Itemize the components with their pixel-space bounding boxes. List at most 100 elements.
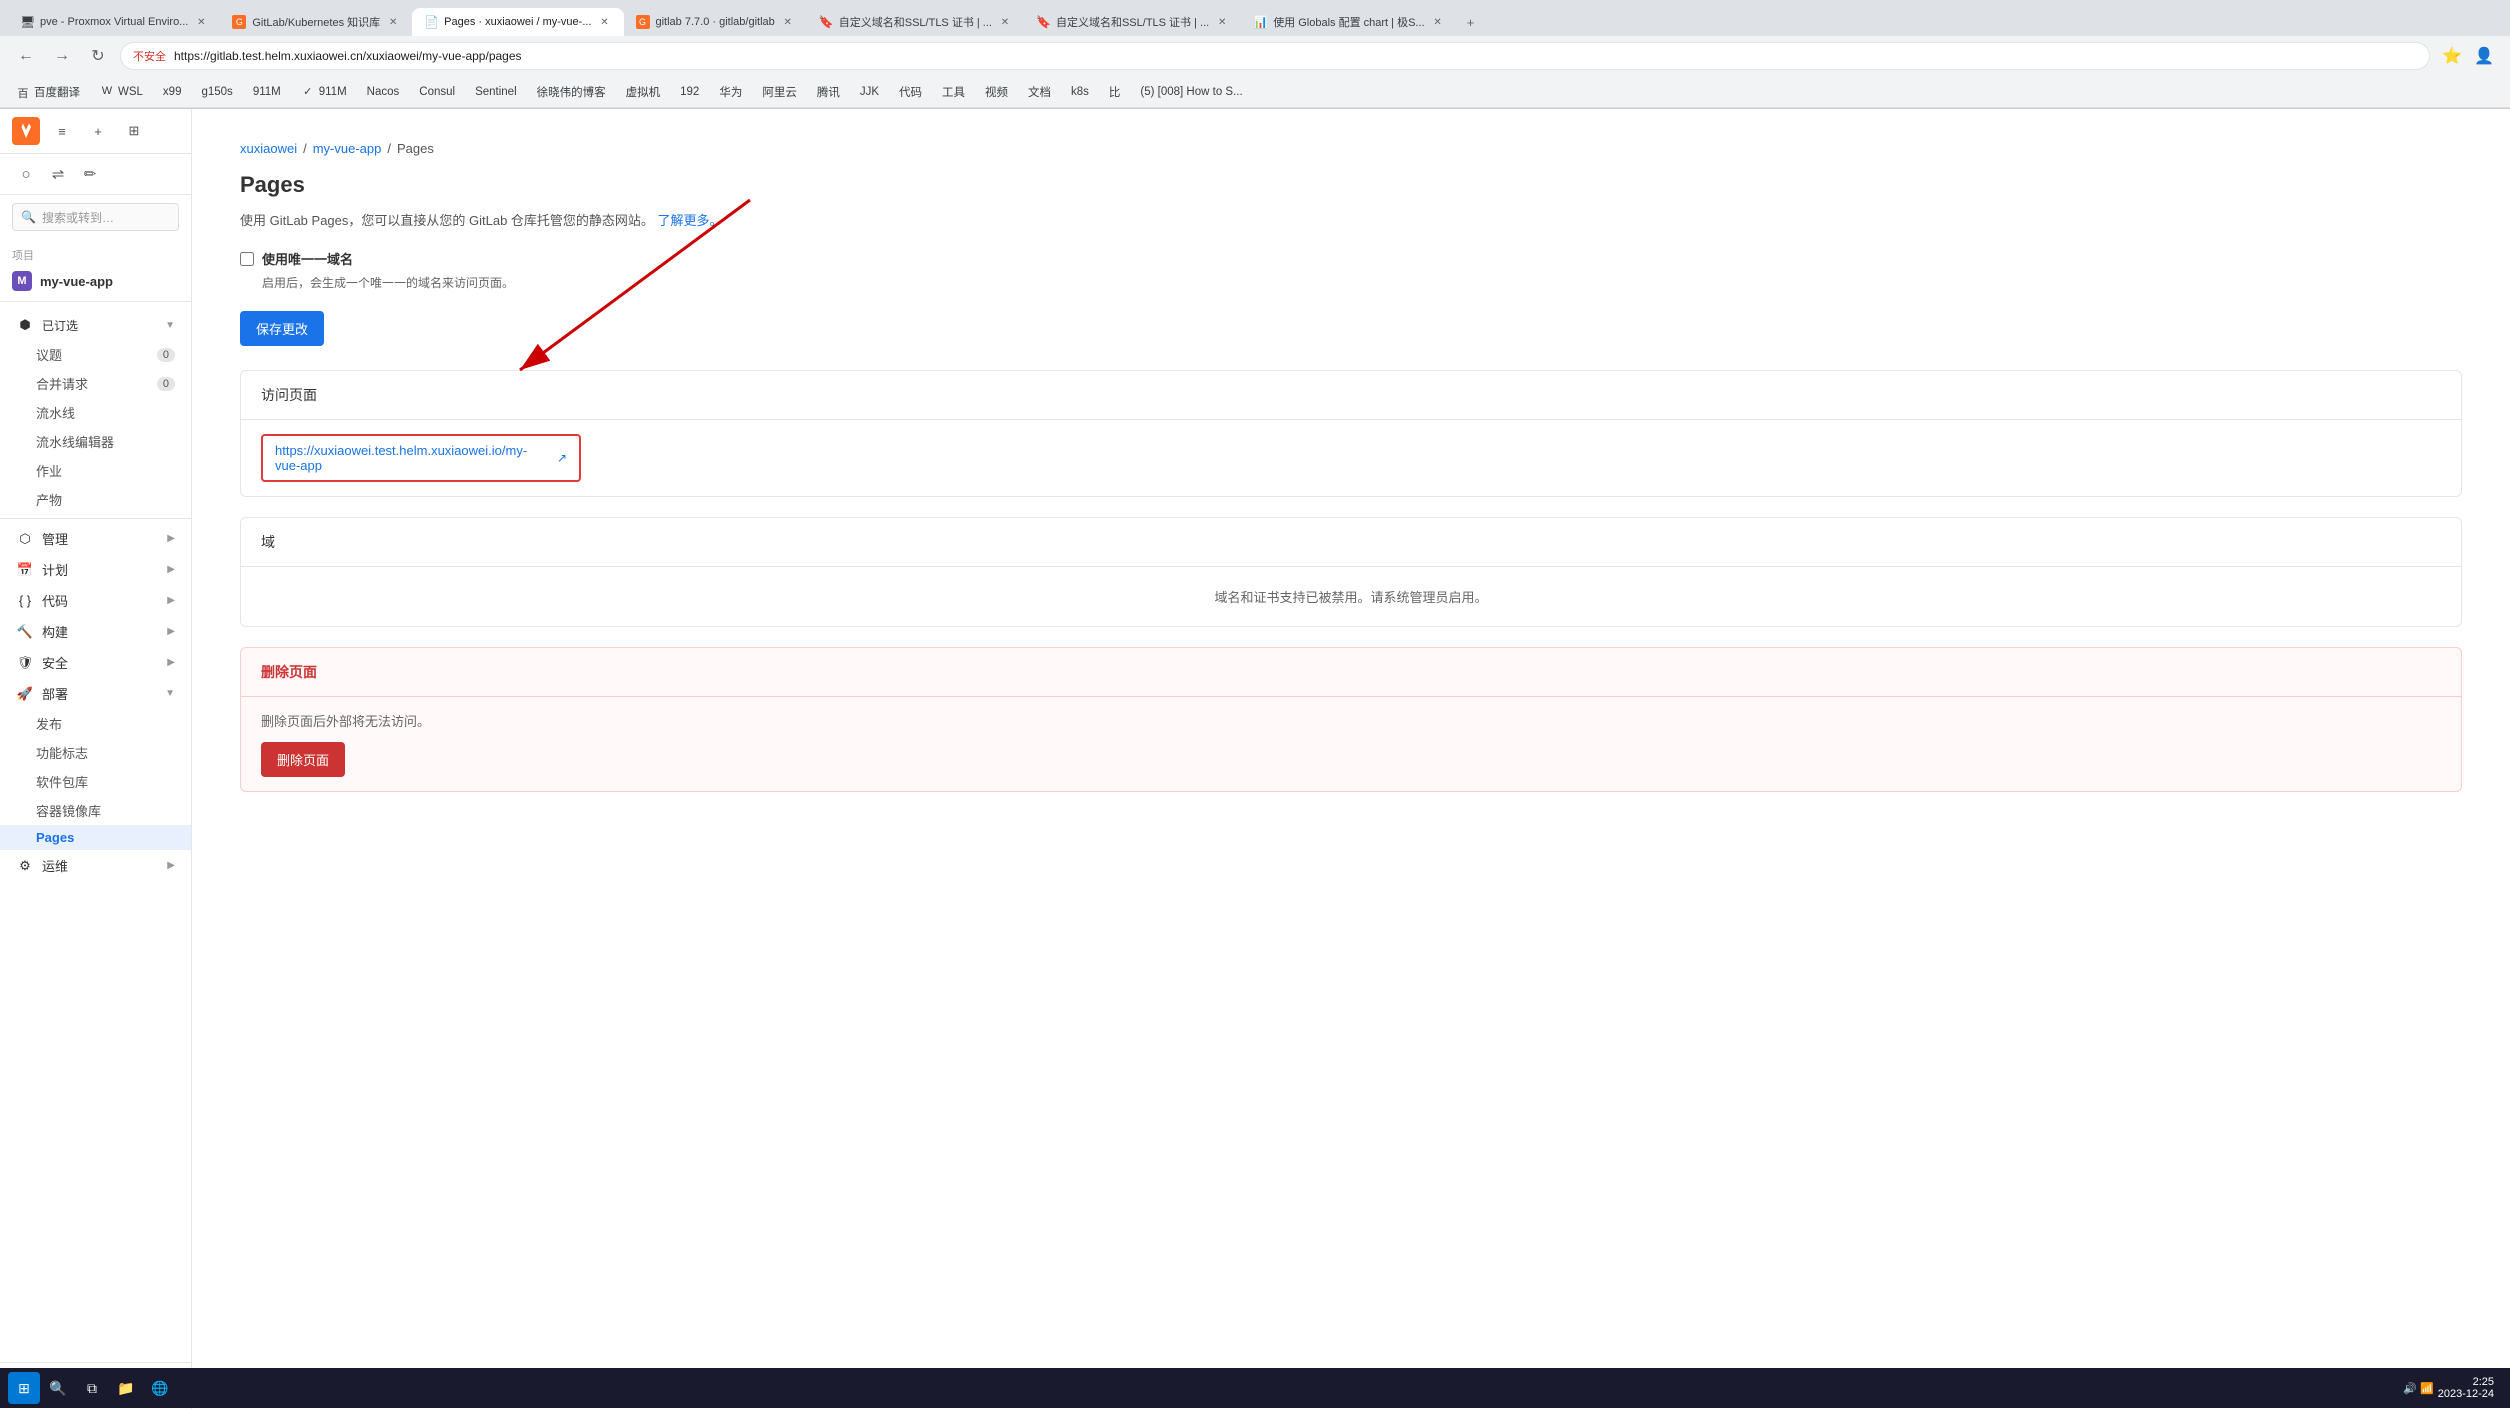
domain-section-card: 域 域名和证书支持已被禁用。请系统管理员启用。 — [240, 517, 2462, 627]
edge-button[interactable]: 🌐 — [144, 1372, 176, 1404]
search-btn-sidebar[interactable]: ⊞ — [120, 117, 148, 145]
mr-icon-btn[interactable]: ⇌ — [44, 160, 72, 188]
new-tab-button[interactable]: + — [1457, 8, 1485, 36]
url-bar[interactable]: 不安全 https://gitlab.test.helm.xuxiaowei.c… — [120, 42, 2430, 70]
back-button[interactable]: ← — [12, 42, 40, 70]
nav-build-label: 构建 — [42, 622, 68, 641]
nav-pipeline[interactable]: 流水线 — [0, 398, 191, 427]
nav-feature-flags[interactable]: 功能标志 — [0, 738, 191, 767]
domain-disabled-msg: 域名和证书支持已被禁用。请系统管理员启用。 — [241, 567, 2461, 626]
nav-packages[interactable]: 软件包库 — [0, 767, 191, 796]
tab-pve[interactable]: 🖥 pve - Proxmox Virtual Enviro... ✕ — [8, 8, 220, 36]
nav-code[interactable]: { } 代码 ▶ — [0, 585, 191, 616]
danger-zone-title: 删除页面 — [261, 662, 317, 682]
bookmark-vm[interactable]: 虚拟机 — [618, 82, 669, 102]
breadcrumb-my-vue-app[interactable]: my-vue-app — [313, 141, 382, 156]
nav-issues[interactable]: 议题 0 — [0, 340, 191, 369]
tab-close-globals[interactable]: ✕ — [1431, 15, 1445, 29]
bookmark-docs[interactable]: 文档 — [1020, 82, 1059, 102]
bookmark-jjk[interactable]: JJK — [852, 84, 887, 100]
learn-more-link[interactable]: 了解更多。 — [658, 213, 723, 228]
profile-button[interactable]: 👤 — [2470, 42, 2498, 70]
refresh-button[interactable]: ↻ — [84, 42, 112, 70]
forward-button[interactable]: → — [48, 42, 76, 70]
admin-arrow: ▶ — [167, 533, 175, 544]
nav-artifacts[interactable]: 产物 — [0, 485, 191, 514]
nav-ops[interactable]: ⚙ 运维 ▶ — [0, 850, 191, 881]
access-url-link[interactable]: https://xuxiaowei.test.helm.xuxiaowei.io… — [275, 443, 549, 473]
unique-domain-checkbox[interactable] — [240, 252, 254, 266]
nav-registry[interactable]: 容器镜像库 — [0, 796, 191, 825]
nav-pages[interactable]: Pages — [0, 825, 191, 850]
tab-close-pages[interactable]: ✕ — [598, 15, 612, 29]
nav-plan[interactable]: 📅 计划 ▶ — [0, 554, 191, 585]
bookmark-blog[interactable]: 徐晓伟的博客 — [529, 82, 614, 102]
nav-admin[interactable]: ⬡ 管理 ▶ — [0, 523, 191, 554]
delete-pages-button[interactable]: 删除页面 — [261, 742, 345, 777]
nav-security[interactable]: 🛡 安全 ▶ — [0, 647, 191, 678]
tab-close-ssl2[interactable]: ✕ — [1215, 15, 1229, 29]
nav-mr-label: 合并请求 — [36, 374, 88, 393]
bookmark-how[interactable]: (5) [008] How to S... — [1132, 84, 1250, 100]
nav-release-label: 发布 — [36, 717, 62, 732]
start-button[interactable]: ⊞ — [8, 1372, 40, 1404]
tab-close-ssl1[interactable]: ✕ — [998, 15, 1012, 29]
bookmark-code[interactable]: 代码 — [891, 82, 930, 102]
bookmark-bi[interactable]: 比 — [1101, 82, 1129, 102]
address-bar: ← → ↻ 不安全 https://gitlab.test.helm.xuxia… — [0, 36, 2510, 76]
bookmark-tools[interactable]: 工具 — [934, 82, 973, 102]
browser-actions: ⭐ 👤 — [2438, 42, 2498, 70]
nav-jobs[interactable]: 作业 — [0, 456, 191, 485]
bookmark-x99[interactable]: x99 — [155, 84, 190, 100]
nav-issues-label: 议题 — [36, 345, 62, 364]
nav-release[interactable]: 发布 — [0, 709, 191, 738]
clock[interactable]: 2:25 2023-12-24 — [2438, 1376, 2494, 1400]
edit-icon-btn[interactable]: ✏ — [76, 160, 104, 188]
tab-pages-active[interactable]: 📄 Pages · xuxiaowei / my-vue-... ✕ — [412, 8, 623, 36]
save-button[interactable]: 保存更改 — [240, 311, 324, 346]
nav-deploy[interactable]: 🚀 部署 ▼ — [0, 678, 191, 709]
extensions-button[interactable]: ⭐ — [2438, 42, 2466, 70]
tab-close-pve[interactable]: ✕ — [194, 15, 208, 29]
search-taskbar-button[interactable]: 🔍 — [42, 1372, 74, 1404]
project-name-row[interactable]: M my-vue-app — [12, 269, 179, 293]
nav-subscribed[interactable]: ⬢ 已订选 ▼ — [0, 310, 191, 340]
gitlab-logo[interactable] — [12, 117, 40, 145]
tab-bar: 🖥 pve - Proxmox Virtual Enviro... ✕ G Gi… — [0, 0, 2510, 36]
ops-icon: ⚙ — [16, 857, 34, 875]
bookmark-k8s[interactable]: k8s — [1063, 84, 1097, 100]
bookmark-sentinel[interactable]: Sentinel — [467, 84, 525, 100]
explorer-button[interactable]: 📁 — [110, 1372, 142, 1404]
bookmark-huawei[interactable]: 华为 — [711, 82, 750, 102]
bookmark-192[interactable]: 192 — [672, 84, 707, 100]
bookmark-label-bi: 比 — [1109, 84, 1121, 100]
bookmark-911m[interactable]: 911M — [245, 84, 289, 100]
nav-build[interactable]: 🔨 构建 ▶ — [0, 616, 191, 647]
bookmark-aliyun[interactable]: 阿里云 — [754, 82, 805, 102]
bookmark-baidu[interactable]: 百 百度翻译 — [8, 82, 88, 102]
sidebar-search-input[interactable]: 🔍 搜索或转到… — [12, 203, 179, 231]
bookmark-video[interactable]: 视频 — [977, 82, 1016, 102]
bookmark-todo[interactable]: ✓ 911M — [293, 83, 355, 101]
tab-gitlab770[interactable]: G gitlab 7.7.0 · gitlab/gitlab ✕ — [624, 8, 807, 36]
tab-ssl2[interactable]: 🔖 自定义域名和SSL/TLS 证书 | ... ✕ — [1024, 8, 1241, 36]
tab-globals[interactable]: 📊 使用 Globals 配置 chart | 极S... ✕ — [1241, 8, 1456, 36]
tab-close-gitlab770[interactable]: ✕ — [781, 15, 795, 29]
bookmark-g150s[interactable]: g150s — [193, 84, 240, 100]
nav-mr[interactable]: 合并请求 0 — [0, 369, 191, 398]
danger-zone-body: 删除页面后外部将无法访问。 删除页面 — [241, 697, 2461, 791]
issues-icon-btn[interactable]: ○ — [12, 160, 40, 188]
nav-pipeline-editor[interactable]: 流水线编辑器 — [0, 427, 191, 456]
breadcrumb-xuxiaowei[interactable]: xuxiaowei — [240, 141, 297, 156]
search-taskbar-icon: 🔍 — [49, 1380, 66, 1397]
taskview-button[interactable]: ⧉ — [76, 1372, 108, 1404]
sidebar-toggle-btn[interactable]: ≡ — [48, 117, 76, 145]
tab-ssl1[interactable]: 🔖 自定义域名和SSL/TLS 证书 | ... ✕ — [807, 8, 1024, 36]
tab-gitlab-k8s[interactable]: G GitLab/Kubernetes 知识库 ✕ — [220, 8, 412, 36]
tab-close-gitlab-k8s[interactable]: ✕ — [386, 15, 400, 29]
bookmark-consul[interactable]: Consul — [411, 84, 463, 100]
bookmark-tencent[interactable]: 腾讯 — [809, 82, 848, 102]
bookmark-nacos[interactable]: Nacos — [359, 84, 408, 100]
new-item-btn[interactable]: + — [84, 117, 112, 145]
bookmark-wsl[interactable]: W WSL — [92, 83, 151, 101]
